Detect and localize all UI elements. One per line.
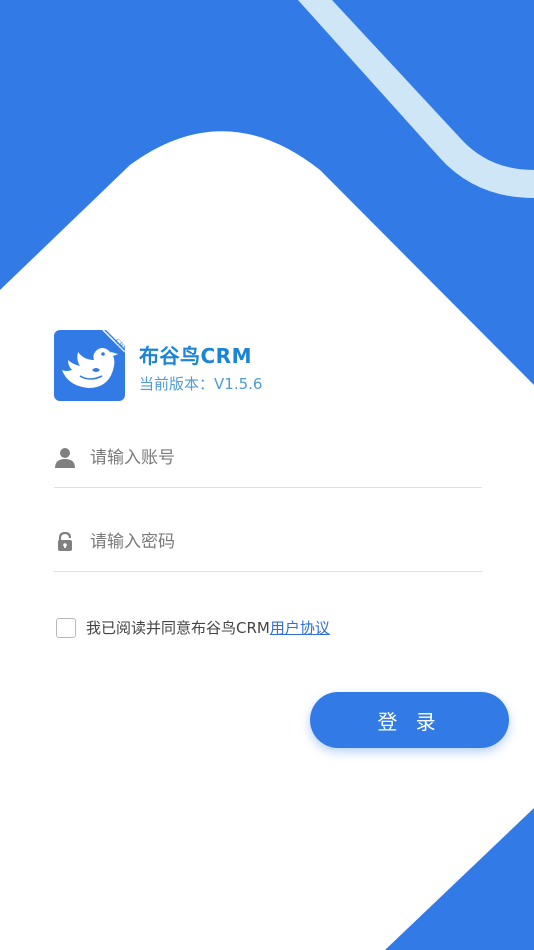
- login-button[interactable]: 登 录: [310, 692, 509, 748]
- agreement-checkbox[interactable]: [56, 617, 76, 638]
- password-field[interactable]: [54, 512, 482, 572]
- version-label: 当前版本：: [139, 375, 215, 393]
- user-icon: [54, 447, 76, 469]
- version-number: V1.5.6: [214, 375, 263, 393]
- account-field[interactable]: [54, 428, 482, 488]
- password-input[interactable]: [90, 531, 450, 552]
- user-agreement-link[interactable]: 用户协议: [270, 617, 330, 638]
- app-logo-icon: CRM: [54, 330, 125, 401]
- version-info: 当前版本：V1.5.6: [139, 373, 262, 394]
- agreement-text: 我已阅读并同意布谷鸟CRM: [86, 619, 270, 637]
- app-title: 布谷鸟CRM: [139, 344, 252, 368]
- lock-icon: [54, 531, 76, 553]
- agreement-row: 我已阅读并同意布谷鸟CRM 用户协议: [56, 617, 330, 638]
- account-input[interactable]: [90, 447, 450, 468]
